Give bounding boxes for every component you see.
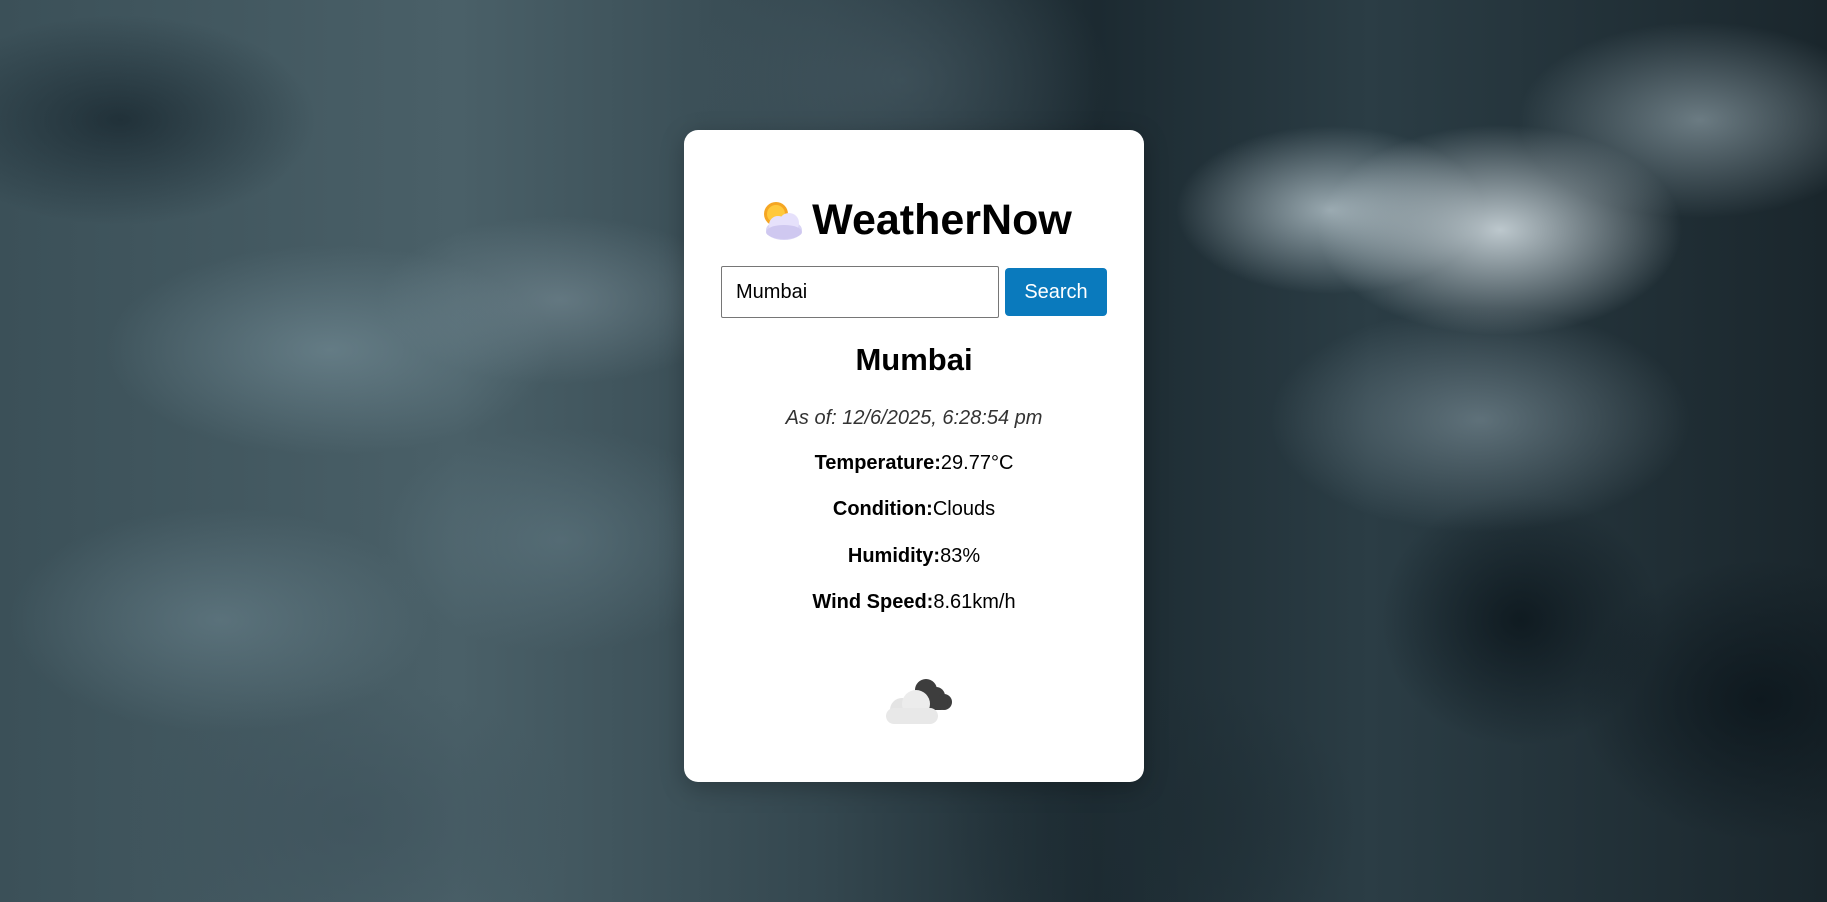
as-of-timestamp: As of: 12/6/2025, 6:28:54 pm	[785, 407, 1043, 429]
sun-behind-cloud-icon	[764, 202, 803, 240]
temperature-label: Temperature:	[814, 452, 941, 474]
temperature-value: 29.77°C	[940, 452, 1014, 474]
condition-row: Condition:Clouds	[684, 498, 1144, 521]
city-name: Mumbai	[855, 342, 973, 377]
wind-speed-value: 8.61km/h	[933, 591, 1016, 613]
app-header: WeatherNow	[684, 192, 1144, 248]
broken-clouds-icon	[886, 679, 952, 724]
humidity-value: 83%	[940, 545, 981, 567]
city-search-input[interactable]	[721, 266, 999, 318]
app-title: WeatherNow	[812, 195, 1072, 244]
wind-speed-row: Wind Speed:8.61km/h	[684, 591, 1144, 614]
temperature-row: Temperature:29.77°C	[684, 452, 1144, 475]
weather-card: WeatherNow Search Mumbai As of: 12/6/202…	[684, 130, 1144, 782]
humidity-row: Humidity:83%	[684, 545, 1144, 568]
condition-value: Clouds	[932, 498, 996, 520]
search-button[interactable]: Search	[1005, 268, 1107, 316]
condition-label: Condition:	[832, 498, 933, 520]
humidity-label: Humidity:	[847, 545, 941, 567]
wind-speed-label: Wind Speed:	[812, 591, 934, 613]
search-bar: Search	[721, 266, 1107, 318]
